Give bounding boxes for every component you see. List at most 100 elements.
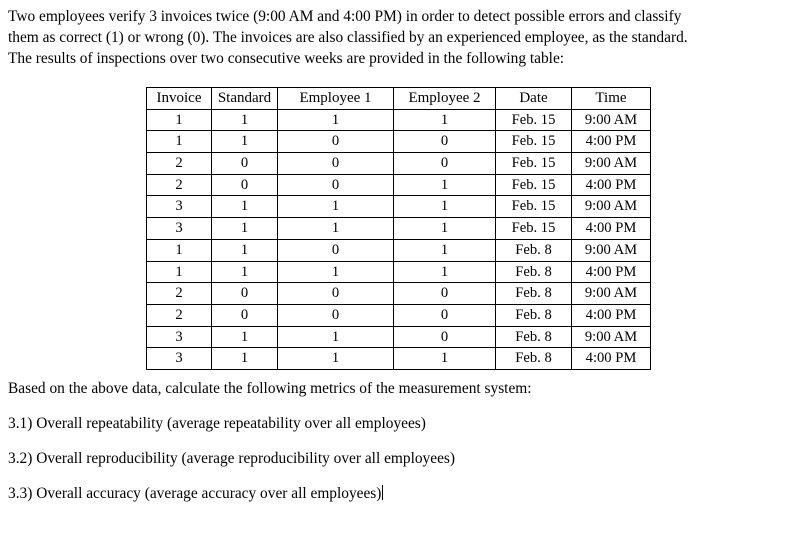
cell-employee-1: 1: [277, 195, 394, 219]
cell-employee-2: 0: [393, 282, 496, 305]
cell-date: Feb. 15: [495, 195, 572, 219]
cell-date: Feb. 15: [495, 217, 572, 240]
cell-date: Feb. 8: [495, 347, 572, 370]
inspection-results-table-container: Invoice Standard Employee 1 Employee 2 D…: [146, 87, 651, 370]
cell-employee-1: 1: [277, 325, 394, 349]
cell-date: Feb. 8: [495, 303, 572, 327]
cell-invoice: 2: [146, 173, 212, 197]
column-header-invoice: Invoice: [146, 87, 212, 110]
cell-time: 9:00 AM: [571, 238, 651, 262]
cell-employee-1: 0: [277, 173, 394, 197]
cell-time: 9:00 AM: [571, 282, 651, 305]
column-header-date: Date: [495, 87, 572, 110]
cell-employee-2: 1: [393, 173, 496, 197]
table-row: 1 1 0 1 Feb. 8 9:00 AM: [146, 238, 651, 262]
cell-employee-2: 1: [393, 217, 496, 240]
cell-employee-2: 1: [393, 260, 496, 284]
intro-line: The results of inspections over two cons…: [8, 50, 565, 67]
cell-invoice: 2: [146, 282, 212, 305]
cell-standard: 1: [211, 195, 278, 219]
column-header-time: Time: [571, 87, 651, 110]
cell-standard: 1: [211, 217, 278, 240]
table-row: 2 0 0 0 Feb. 8 9:00 AM: [146, 282, 651, 305]
cell-standard: 0: [211, 173, 278, 197]
cell-date: Feb. 15: [495, 130, 572, 154]
cell-date: Feb. 15: [495, 152, 572, 175]
cell-standard: 1: [211, 130, 278, 154]
cell-time: 4:00 PM: [571, 347, 651, 370]
cell-employee-2: 1: [393, 347, 496, 370]
cell-employee-2: 0: [393, 130, 496, 154]
cell-invoice: 1: [146, 130, 212, 154]
table-row: 3 1 1 1 Feb. 8 4:00 PM: [146, 347, 651, 370]
cell-invoice: 3: [146, 195, 212, 219]
column-header-employee-1: Employee 1: [277, 87, 394, 110]
cell-time: 4:00 PM: [571, 130, 651, 154]
cell-invoice: 3: [146, 325, 212, 349]
cell-date: Feb. 8: [495, 238, 572, 262]
cell-time: 4:00 PM: [571, 260, 651, 284]
question-3-3: 3.3) Overall accuracy (average accuracy …: [8, 485, 382, 502]
cell-employee-1: 0: [277, 238, 394, 262]
cell-standard: 1: [211, 325, 278, 349]
table-row: 2 0 0 1 Feb. 15 4:00 PM: [146, 173, 651, 197]
cell-employee-2: 1: [393, 108, 496, 132]
cell-date: Feb. 8: [495, 282, 572, 305]
cell-date: Feb. 15: [495, 108, 572, 132]
cell-time: 4:00 PM: [571, 303, 651, 327]
cell-invoice: 2: [146, 152, 212, 175]
questions-section: Based on the above data, calculate the f…: [8, 379, 768, 504]
intro-line: them as correct (1) or wrong (0). The in…: [8, 29, 688, 46]
column-header-employee-2: Employee 2: [393, 87, 496, 110]
cell-employee-1: 1: [277, 108, 394, 132]
table-row: 1 1 1 1 Feb. 8 4:00 PM: [146, 260, 651, 284]
table-row: 2 0 0 0 Feb. 8 4:00 PM: [146, 303, 651, 327]
cell-employee-2: 0: [393, 152, 496, 175]
cell-time: 4:00 PM: [571, 217, 651, 240]
question-3-3-wrapper: 3.3) Overall accuracy (average accuracy …: [8, 484, 768, 504]
cell-invoice: 2: [146, 303, 212, 327]
table-row: 2 0 0 0 Feb. 15 9:00 AM: [146, 152, 651, 175]
table-row: 1 1 0 0 Feb. 15 4:00 PM: [146, 130, 651, 154]
cell-employee-1: 1: [277, 260, 394, 284]
cell-standard: 1: [211, 238, 278, 262]
cell-invoice: 3: [146, 347, 212, 370]
cell-standard: 1: [211, 347, 278, 370]
cell-date: Feb. 15: [495, 173, 572, 197]
table-row: 3 1 1 1 Feb. 15 4:00 PM: [146, 217, 651, 240]
intro-paragraph: Two employees verify 3 invoices twice (9…: [8, 6, 788, 69]
cell-employee-1: 0: [277, 303, 394, 327]
table-row: 3 1 1 0 Feb. 8 9:00 AM: [146, 325, 651, 349]
cell-standard: 0: [211, 152, 278, 175]
question-3-1: 3.1) Overall repeatability (average repe…: [8, 415, 426, 432]
text-cursor-caret: [382, 485, 384, 500]
cell-date: Feb. 8: [495, 325, 572, 349]
questions-prompt: Based on the above data, calculate the f…: [8, 380, 532, 397]
cell-employee-2: 1: [393, 195, 496, 219]
cell-invoice: 1: [146, 238, 212, 262]
intro-line: Two employees verify 3 invoices twice (9…: [8, 8, 682, 25]
table-row: 3 1 1 1 Feb. 15 9:00 AM: [146, 195, 651, 219]
cell-time: 9:00 AM: [571, 108, 651, 132]
cell-employee-1: 1: [277, 217, 394, 240]
cell-employee-2: 0: [393, 325, 496, 349]
cell-standard: 1: [211, 260, 278, 284]
cell-standard: 0: [211, 303, 278, 327]
cell-invoice: 1: [146, 108, 212, 132]
cell-employee-1: 0: [277, 282, 394, 305]
table-header-row: Invoice Standard Employee 1 Employee 2 D…: [146, 87, 651, 110]
cell-time: 9:00 AM: [571, 152, 651, 175]
document-page: Two employees verify 3 invoices twice (9…: [0, 0, 795, 533]
cell-date: Feb. 8: [495, 260, 572, 284]
cell-employee-2: 0: [393, 303, 496, 327]
cell-employee-1: 0: [277, 152, 394, 175]
cell-time: 4:00 PM: [571, 173, 651, 197]
cell-employee-2: 1: [393, 238, 496, 262]
cell-time: 9:00 AM: [571, 195, 651, 219]
table-row: 1 1 1 1 Feb. 15 9:00 AM: [146, 108, 651, 132]
cell-time: 9:00 AM: [571, 325, 651, 349]
cell-standard: 0: [211, 282, 278, 305]
inspection-results-table: Invoice Standard Employee 1 Employee 2 D…: [146, 87, 651, 370]
question-3-2: 3.2) Overall reproducibility (average re…: [8, 450, 456, 467]
column-header-standard: Standard: [211, 87, 278, 110]
